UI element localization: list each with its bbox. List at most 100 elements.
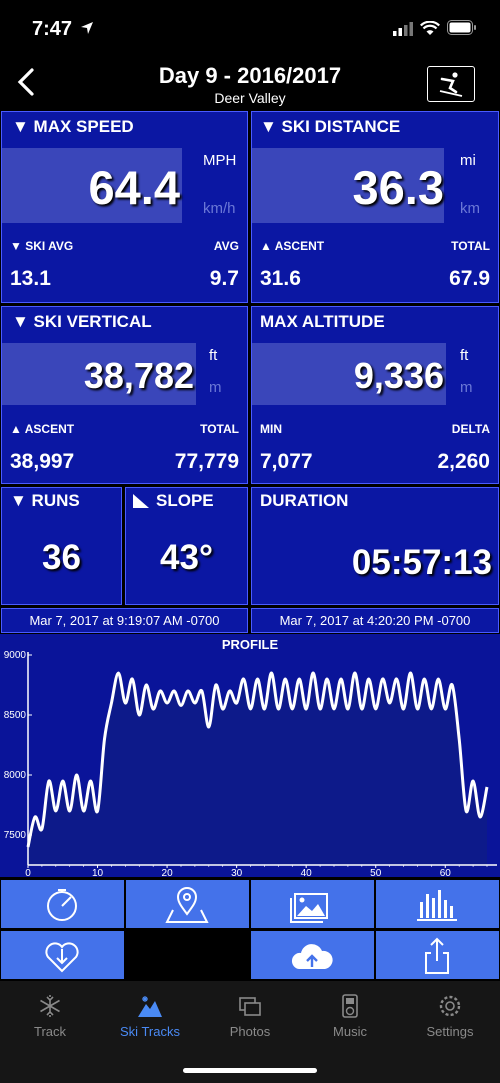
ski-vertical-value: 38,782: [83, 355, 194, 396]
stats-button[interactable]: [376, 880, 499, 928]
max-altitude-tile[interactable]: MAX ALTITUDE 9,336 ft m MIN DELTA 7,077 …: [251, 306, 499, 484]
max-speed-value: 64.4: [88, 161, 180, 214]
wifi-icon: [420, 21, 440, 35]
status-time: 7:47: [32, 18, 73, 40]
delta-label: DELTA: [451, 422, 490, 436]
start-date: Mar 7, 2017 at 9:19:07 AM -0700: [1, 608, 248, 633]
total-value: 77,779: [174, 450, 239, 473]
x-tick-label: 50: [370, 868, 382, 877]
stopwatch-icon: [47, 889, 77, 921]
tab-settings[interactable]: Settings: [400, 993, 500, 1039]
tab-photos[interactable]: Photos: [200, 993, 300, 1039]
unit-primary[interactable]: MPH: [203, 152, 236, 169]
favorite-button[interactable]: [1, 931, 124, 979]
unit-secondary[interactable]: m: [460, 379, 473, 396]
y-tick-label: 8500: [4, 710, 27, 721]
music-player-icon: [342, 994, 358, 1018]
unit-secondary[interactable]: km: [460, 200, 480, 217]
status-bar: 7:47: [0, 0, 500, 60]
max-altitude-value: 9,336: [353, 355, 444, 396]
stopwatch-button[interactable]: [1, 880, 124, 928]
heart-download-icon: [45, 942, 79, 973]
location-arrow-icon: [81, 22, 93, 34]
profile-chart: 9000 8500 8000 7500 0 10 20 30 40 50 60: [4, 650, 497, 877]
page-title: Day 9 - 2016/2017: [158, 63, 342, 88]
runs-label[interactable]: ▼ RUNS: [10, 491, 80, 511]
gallery-button[interactable]: [251, 880, 374, 928]
skier-icon: [439, 72, 463, 97]
unit-secondary[interactable]: km/h: [203, 200, 236, 217]
snowflake-icon: [40, 995, 60, 1017]
cloud-upload-icon: [291, 944, 333, 969]
mountain-snow-icon: [138, 996, 162, 1017]
home-indicator: [183, 1068, 317, 1073]
x-tick-label: 20: [162, 868, 174, 877]
ascent-value: 38,997: [10, 450, 75, 473]
runs-value: 36: [42, 538, 81, 577]
max-speed-tile[interactable]: ▼ MAX SPEED 64.4 MPH km/h ▼ SKI AVG AVG …: [1, 111, 248, 303]
slope-label: SLOPE: [156, 491, 214, 510]
x-tick-label: 40: [301, 868, 313, 877]
unit-primary[interactable]: mi: [460, 152, 476, 169]
unit-primary[interactable]: ft: [209, 347, 217, 364]
delta-value: 2,260: [437, 450, 490, 473]
tab-bar: Track Ski Tracks Photos Music Settings: [0, 981, 500, 1083]
ski-distance-value: 36.3: [352, 161, 444, 214]
ascent-label: ▲ ASCENT: [260, 239, 325, 253]
ski-vertical-tile[interactable]: ▼ SKI VERTICAL 38,782 ft m ▲ ASCENT TOTA…: [1, 306, 248, 484]
y-tick-label: 8000: [4, 770, 27, 781]
map-pin-icon: [165, 887, 209, 923]
runs-tile[interactable]: ▼ RUNS 36: [1, 487, 122, 605]
duration-value: 05:57:13: [351, 543, 492, 582]
end-date: Mar 7, 2017 at 4:20:20 PM -0700: [251, 608, 499, 633]
total-value: 67.9: [449, 267, 490, 290]
duration-label: DURATION: [260, 491, 349, 510]
ascent-label: ▲ ASCENT: [10, 422, 75, 436]
photos-icon: [290, 893, 328, 923]
ski-distance-value-box: 36.3: [252, 148, 444, 223]
skier-button[interactable]: [427, 66, 475, 102]
slope-tile[interactable]: SLOPE 43°: [125, 487, 248, 605]
ski-vertical-value-box: 38,782: [2, 343, 196, 405]
tab-track[interactable]: Track: [0, 993, 100, 1039]
min-label: MIN: [260, 422, 282, 436]
tab-label: Track: [33, 1024, 67, 1039]
max-speed-label[interactable]: ▼ MAX SPEED: [12, 117, 134, 137]
tab-label: Ski Tracks: [120, 1024, 180, 1039]
gear-icon: [439, 995, 461, 1017]
unit-primary[interactable]: ft: [460, 347, 468, 364]
ski-avg-value: 13.1: [10, 267, 51, 290]
x-tick-label: 0: [25, 868, 31, 877]
page-subtitle: Deer Valley: [214, 90, 286, 106]
max-speed-value-box: 64.4: [2, 148, 182, 223]
ski-vertical-label[interactable]: ▼ SKI VERTICAL: [12, 312, 152, 332]
tab-music[interactable]: Music: [300, 993, 400, 1039]
profile-chart-panel[interactable]: PROFILE 9000 8500 8000 7500 0 10 20 30 40 50 60: [0, 634, 500, 877]
x-tick-label: 60: [440, 868, 452, 877]
share-button[interactable]: [376, 931, 499, 979]
tab-label: Settings: [426, 1024, 474, 1039]
ascent-value: 31.6: [260, 267, 301, 290]
total-label: TOTAL: [200, 422, 239, 436]
signal-icon: [393, 22, 413, 36]
cloud-upload-button[interactable]: [251, 931, 374, 979]
avg-value: 9.7: [209, 267, 239, 290]
ski-distance-tile[interactable]: ▼ SKI DISTANCE 36.3 mi km ▲ ASCENT TOTAL…: [251, 111, 499, 303]
x-tick-label: 10: [92, 868, 104, 877]
max-altitude-value-box: 9,336: [252, 343, 446, 405]
profile-area: [28, 673, 487, 865]
tab-label: Music: [333, 1024, 367, 1039]
tab-ski-tracks[interactable]: Ski Tracks: [100, 993, 200, 1039]
bar-chart-icon: [417, 890, 457, 921]
max-altitude-label: MAX ALTITUDE: [260, 312, 385, 331]
ski-distance-label[interactable]: ▼ SKI DISTANCE: [260, 117, 400, 137]
avg-label: AVG: [213, 239, 239, 253]
ski-avg-label[interactable]: ▼ SKI AVG: [10, 239, 73, 253]
share-icon: [425, 937, 449, 974]
tab-label: Photos: [229, 1024, 271, 1039]
y-tick-label: 7500: [4, 830, 27, 841]
unit-secondary[interactable]: m: [209, 379, 222, 396]
photos-icon: [239, 997, 261, 1016]
map-button[interactable]: [126, 880, 249, 928]
duration-tile[interactable]: DURATION 05:57:13: [251, 487, 499, 605]
